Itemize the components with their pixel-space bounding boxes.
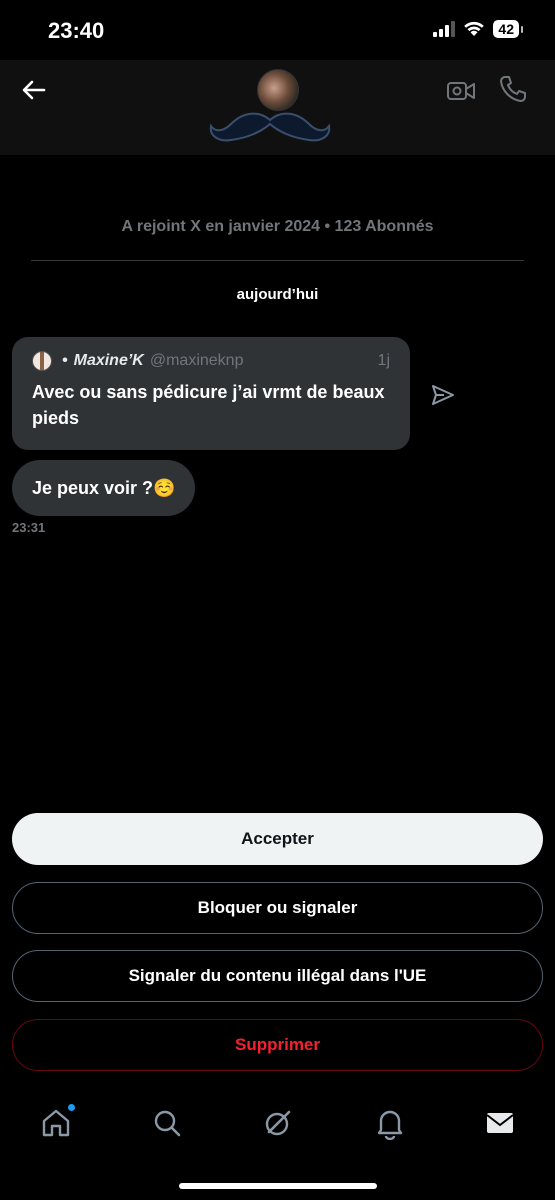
tab-grok[interactable] [261,1106,295,1140]
battery-indicator: 42 [493,20,523,38]
date-label: aujourd’hui [236,286,319,303]
quoted-author-avatar [32,351,52,371]
quoted-author-handle: @maxineknp [149,352,244,369]
delete-button[interactable]: Supprimer [12,1019,543,1071]
notifications-icon [377,1110,403,1141]
quoted-post-text: Avec ou sans pédicure j’ai vrmt de beaux… [32,382,385,428]
quoted-post-separator: • [62,352,68,369]
phone-icon[interactable] [498,74,528,104]
quoted-post-time: 1j [377,352,390,369]
arrow-left-icon[interactable] [18,74,50,106]
joined-info: A rejoint X en janvier 2024 • 123 Abonné… [121,218,434,235]
block-report-button[interactable]: Bloquer ou signaler [12,882,543,934]
message-bubble[interactable]: Je peux voir ?☺️ [12,460,196,516]
quoted-post-card[interactable]: • Maxine’K @maxineknp 1j Avec ou sans pé… [12,337,410,450]
avatar[interactable] [257,69,299,111]
quoted-author-name: Maxine’K [73,352,144,369]
cellular-signal-icon [433,21,456,37]
status-bar: 23:40 42 [0,0,555,60]
tab-notifications[interactable] [373,1106,407,1141]
wifi-icon [464,21,485,36]
share-icon[interactable] [430,383,456,407]
conversation-header [0,60,555,155]
quoted-post-header: • Maxine’K @maxineknp 1j [32,351,390,371]
accept-button[interactable]: Accepter [12,813,543,865]
grok-icon [265,1110,291,1136]
tab-search[interactable] [150,1106,184,1140]
notification-dot [67,1103,76,1112]
status-time: 23:40 [48,18,105,43]
tab-home[interactable] [39,1103,76,1140]
profile-avatar-group[interactable] [207,66,333,146]
tab-messages[interactable] [483,1106,517,1140]
home-indicator[interactable] [179,1183,377,1189]
messages-icon [486,1113,514,1133]
mustache-decoration [209,112,331,142]
message-time: 23:31 [12,520,46,535]
video-camera-icon[interactable] [446,76,476,106]
divider [31,260,524,261]
status-icons: 42 [433,20,523,38]
report-illegal-content-button[interactable]: Signaler du contenu illégal dans l'UE [12,950,543,1002]
message-text: Je peux voir ?☺️ [32,477,176,498]
search-icon [154,1110,181,1137]
